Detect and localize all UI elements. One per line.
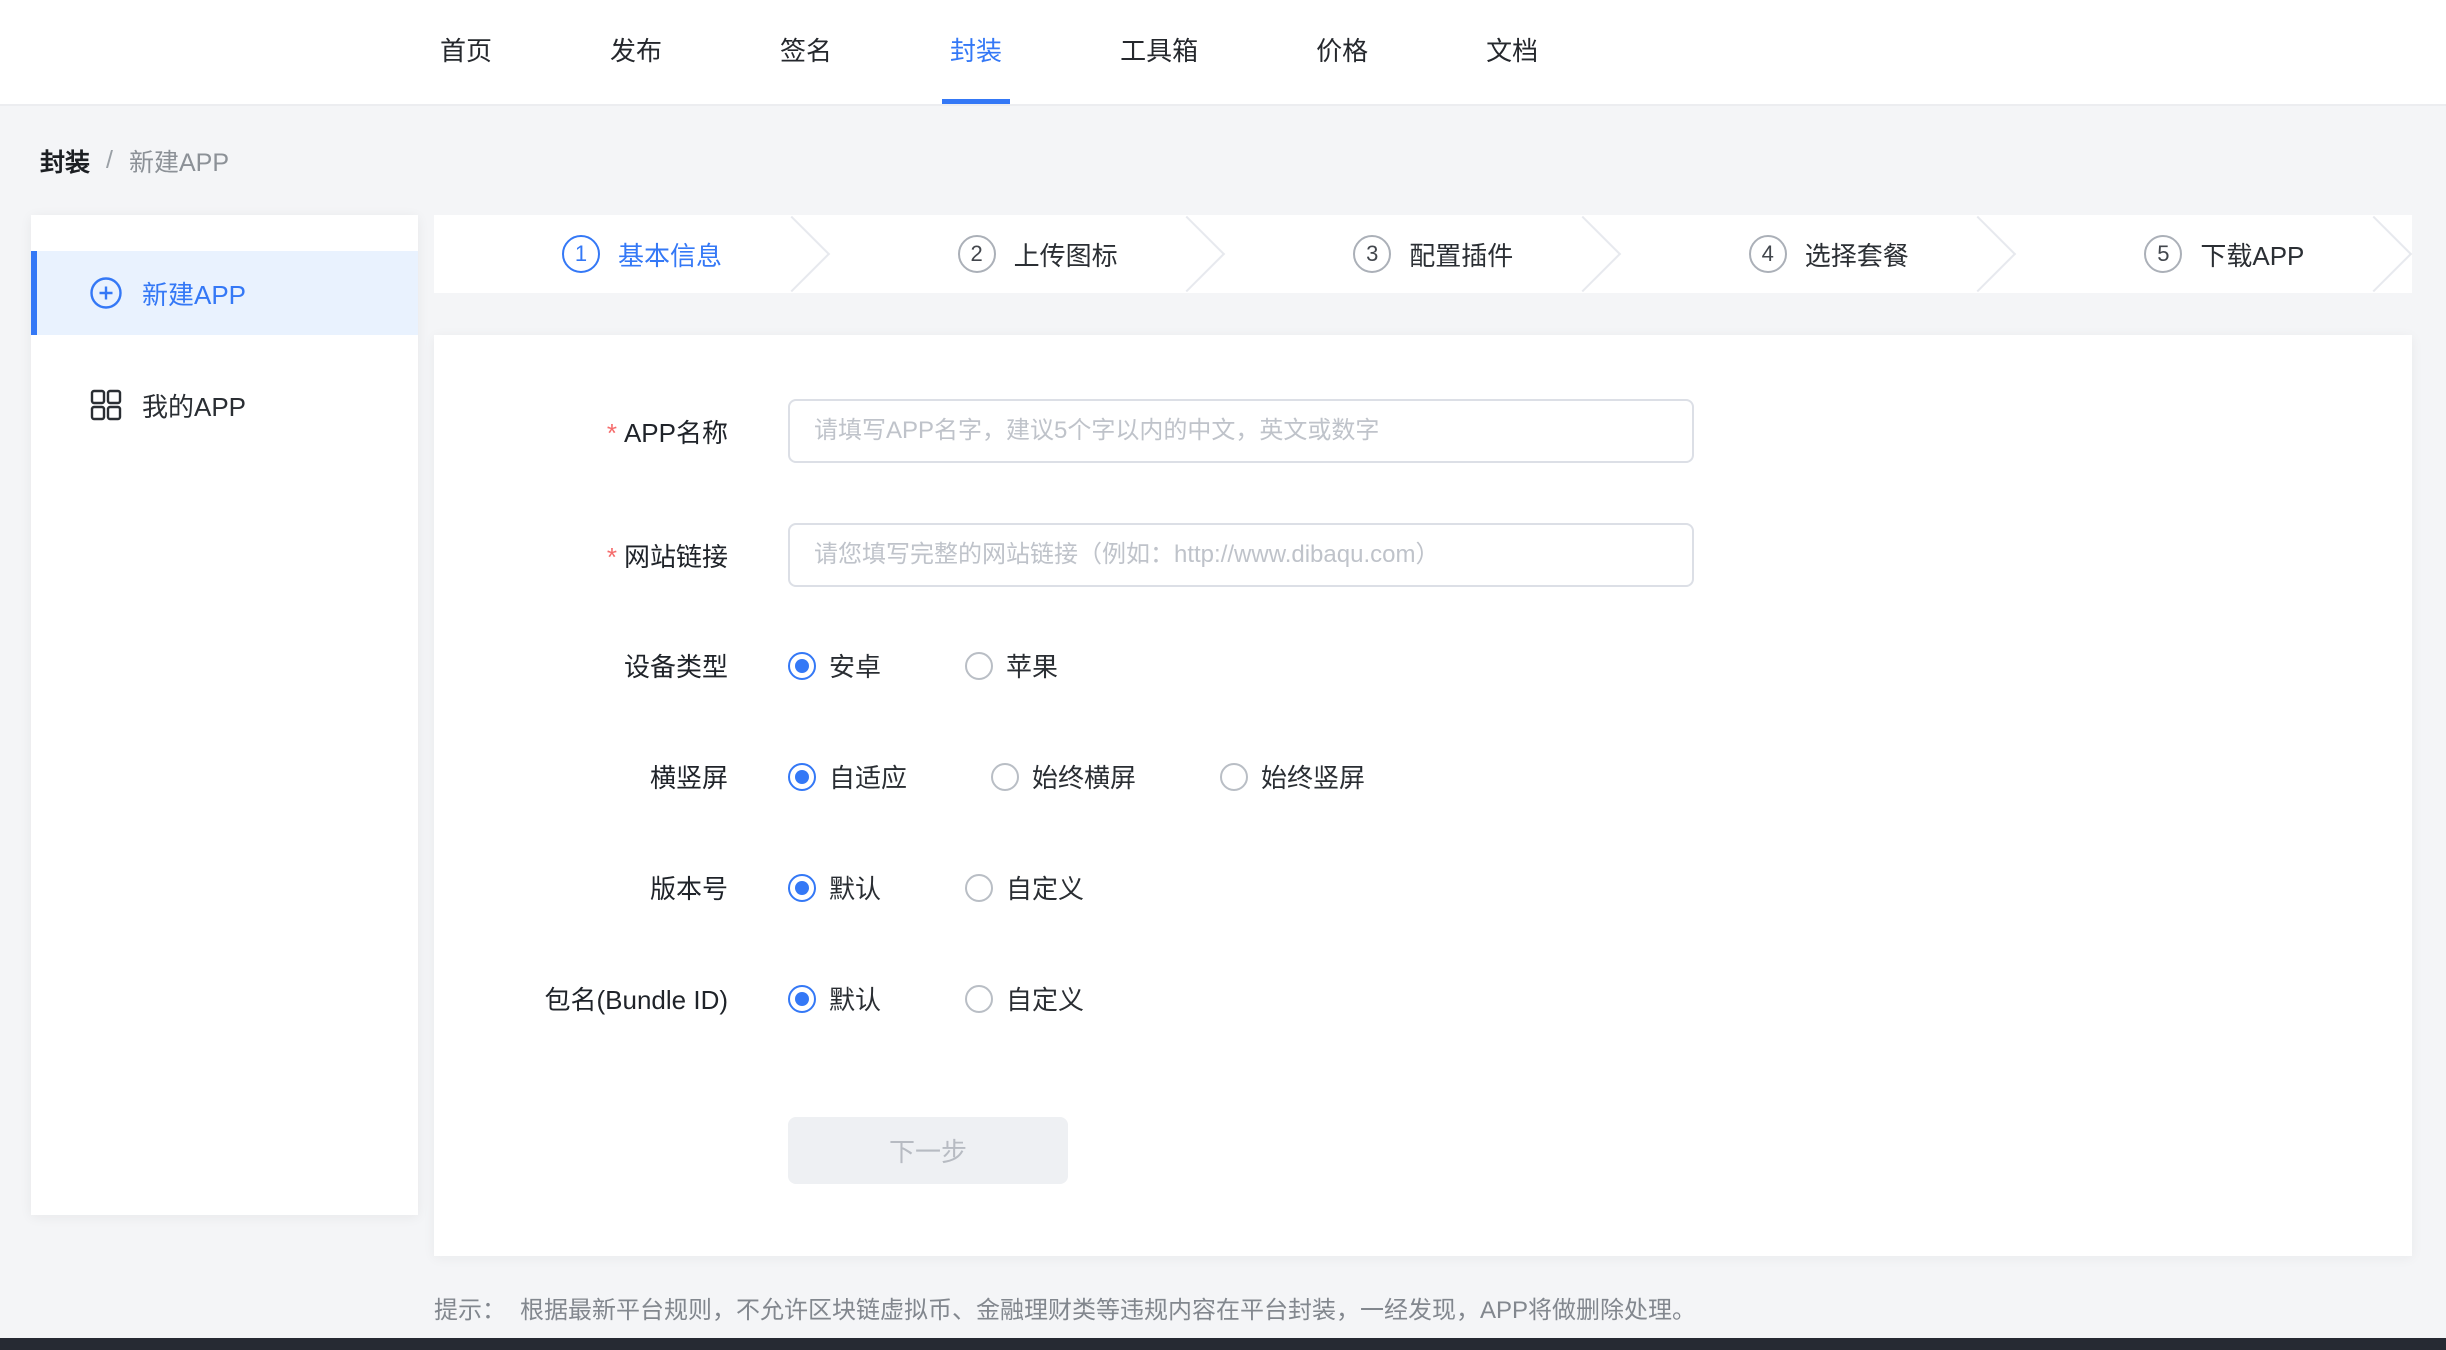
radio-bundle-custom[interactable]: 自定义 [965, 980, 1084, 1017]
step-label: 上传图标 [1014, 236, 1118, 273]
step-number-badge: 5 [2144, 235, 2182, 273]
nav-item-toolbox[interactable]: 工具箱 [1112, 0, 1206, 104]
step-arrow-icon [1149, 216, 1225, 292]
page: 首页 发布 签名 封装 工具箱 价格 文档 封装 / 新建APP 新建APP [0, 0, 2446, 1350]
app-name-label: *APP名称 [434, 413, 728, 450]
radio-icon [1220, 763, 1248, 791]
tip-text: 根据最新平台规则，不允许区块链虚拟币、金融理财类等违规内容在平台封装，一经发现，… [520, 1290, 1696, 1325]
step-4-select-plan: 4 选择套餐 [1621, 215, 2017, 293]
radio-version-custom[interactable]: 自定义 [965, 869, 1084, 906]
radio-adaptive[interactable]: 自适应 [788, 758, 907, 795]
nav-item-package[interactable]: 封装 [942, 0, 1010, 104]
sidebar-item-label: 我的APP [142, 387, 246, 424]
step-arrow-icon [1545, 216, 1621, 292]
plus-circle-icon [89, 276, 123, 310]
device-type-label: 设备类型 [434, 647, 728, 684]
next-step-button[interactable]: 下一步 [788, 1117, 1068, 1184]
breadcrumb-separator: / [106, 146, 113, 175]
step-number-badge: 1 [562, 235, 600, 273]
sidebar: 新建APP 我的APP [31, 215, 418, 1215]
sidebar-item-label: 新建APP [142, 275, 246, 312]
step-label: 基本信息 [618, 236, 722, 273]
radio-icon [965, 652, 993, 680]
bundle-id-row: 包名(Bundle ID) 默认 自定义 [434, 980, 2412, 1017]
step-5-download-app: 5 下载APP [2016, 215, 2412, 293]
radio-icon [788, 985, 816, 1013]
radio-icon [965, 874, 993, 902]
step-1-basic-info: 1 基本信息 [434, 215, 830, 293]
main-column: 1 基本信息 2 上传图标 3 配置插件 4 选择套餐 [434, 215, 2412, 1325]
step-arrow-icon [2336, 216, 2412, 292]
site-url-label: *网站链接 [434, 537, 728, 574]
orientation-row: 横竖屏 自适应 始终横屏 始终竖屏 [434, 758, 2412, 795]
sidebar-item-my-app[interactable]: 我的APP [31, 363, 418, 447]
orientation-label: 横竖屏 [434, 758, 728, 795]
radio-always-portrait[interactable]: 始终竖屏 [1220, 758, 1365, 795]
step-label: 选择套餐 [1805, 236, 1909, 273]
version-label: 版本号 [434, 869, 728, 906]
version-row: 版本号 默认 自定义 [434, 869, 2412, 906]
step-2-upload-icon: 2 上传图标 [830, 215, 1226, 293]
step-label: 下载APP [2200, 236, 2304, 273]
radio-icon [788, 763, 816, 791]
bundle-id-label: 包名(Bundle ID) [434, 980, 728, 1017]
steps-wizard: 1 基本信息 2 上传图标 3 配置插件 4 选择套餐 [434, 215, 2412, 293]
top-nav: 首页 发布 签名 封装 工具箱 价格 文档 [0, 0, 2446, 106]
nav-item-docs[interactable]: 文档 [1478, 0, 1546, 104]
radio-android[interactable]: 安卓 [788, 647, 881, 684]
radio-always-landscape[interactable]: 始终横屏 [991, 758, 1136, 795]
breadcrumb-current: 新建APP [129, 143, 229, 179]
required-marker: * [607, 418, 617, 448]
radio-bundle-default[interactable]: 默认 [788, 980, 881, 1017]
nav-item-home[interactable]: 首页 [432, 0, 500, 104]
site-url-row: *网站链接 [434, 523, 2412, 587]
step-3-configure-plugins: 3 配置插件 [1225, 215, 1621, 293]
radio-version-default[interactable]: 默认 [788, 869, 881, 906]
nav-item-pricing[interactable]: 价格 [1308, 0, 1376, 104]
platform-rule-tip: 提示： 根据最新平台规则，不允许区块链虚拟币、金融理财类等违规内容在平台封装，一… [434, 1290, 2412, 1325]
breadcrumb-section[interactable]: 封装 [40, 143, 90, 179]
footer-band [0, 1338, 2446, 1350]
content-area: 新建APP 我的APP 1 基本信息 [0, 215, 2446, 1325]
step-arrow-icon [1940, 216, 2016, 292]
tip-prefix: 提示： [434, 1290, 506, 1325]
radio-icon [991, 763, 1019, 791]
step-number-badge: 4 [1749, 235, 1787, 273]
required-marker: * [607, 542, 617, 572]
nav-item-publish[interactable]: 发布 [602, 0, 670, 104]
radio-icon [788, 652, 816, 680]
radio-ios[interactable]: 苹果 [965, 647, 1058, 684]
step-label: 配置插件 [1409, 236, 1513, 273]
app-name-input[interactable] [788, 399, 1694, 463]
app-name-row: *APP名称 [434, 399, 2412, 463]
button-row: 下一步 [434, 1117, 2412, 1184]
step-number-badge: 3 [1353, 235, 1391, 273]
nav-item-sign[interactable]: 签名 [772, 0, 840, 104]
step-arrow-icon [753, 216, 829, 292]
radio-icon [788, 874, 816, 902]
site-url-input[interactable] [788, 523, 1694, 587]
device-type-row: 设备类型 安卓 苹果 [434, 647, 2412, 684]
breadcrumb: 封装 / 新建APP [0, 106, 2446, 215]
grid-icon [89, 388, 123, 422]
step-number-badge: 2 [958, 235, 996, 273]
radio-icon [965, 985, 993, 1013]
basic-info-form: *APP名称 *网站链接 设备类型 [434, 335, 2412, 1256]
sidebar-item-new-app[interactable]: 新建APP [31, 251, 418, 335]
